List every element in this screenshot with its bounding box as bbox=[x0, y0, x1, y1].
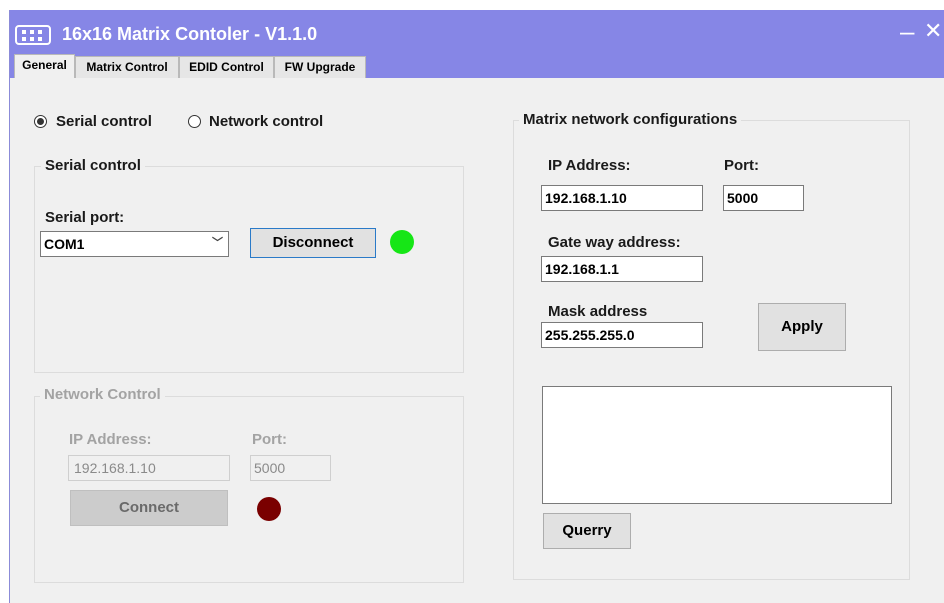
app-window: 16x16 Matrix Contoler - V1.1.0 – ✕ Gener… bbox=[9, 10, 944, 603]
matrix-app-icon bbox=[15, 25, 51, 45]
serial-control-group-title: Serial control bbox=[41, 157, 145, 174]
network-control-group-title: Network Control bbox=[40, 386, 165, 403]
gateway-input[interactable]: 192.168.1.1 bbox=[541, 256, 703, 282]
network-control-radio[interactable] bbox=[188, 115, 201, 128]
mask-input[interactable]: 255.255.255.0 bbox=[541, 322, 703, 348]
tab-general[interactable]: General bbox=[14, 54, 75, 80]
connect-button[interactable]: Connect bbox=[70, 490, 228, 526]
mask-label: Mask address bbox=[548, 303, 648, 320]
matrix-config-group-title: Matrix network configurations bbox=[519, 111, 742, 128]
minimize-button[interactable]: – bbox=[900, 16, 914, 46]
network-ip-input[interactable]: 192.168.1.10 bbox=[68, 455, 230, 481]
matrix-port-label: Port: bbox=[724, 157, 759, 174]
chevron-down-icon: ﹀ bbox=[212, 237, 223, 249]
network-control-radio-label[interactable]: Network control bbox=[209, 113, 323, 130]
window-title: 16x16 Matrix Contoler - V1.1.0 bbox=[62, 24, 318, 44]
network-port-label: Port: bbox=[252, 431, 287, 448]
tab-content-general: Serial control Network control Serial co… bbox=[10, 78, 944, 603]
serial-port-value: COM1 bbox=[44, 236, 85, 252]
serial-control-radio-label[interactable]: Serial control bbox=[56, 113, 152, 130]
apply-button[interactable]: Apply bbox=[758, 303, 846, 351]
serial-port-label: Serial port: bbox=[45, 209, 125, 226]
matrix-port-input[interactable]: 5000 bbox=[723, 185, 804, 211]
serial-control-radio[interactable] bbox=[34, 115, 47, 128]
gateway-label: Gate way address: bbox=[548, 234, 681, 251]
serial-status-led bbox=[390, 230, 414, 254]
network-status-led bbox=[257, 497, 281, 521]
close-button[interactable]: ✕ bbox=[924, 16, 942, 46]
network-ip-label: IP Address: bbox=[69, 431, 152, 448]
matrix-ip-input[interactable]: 192.168.1.10 bbox=[541, 185, 703, 211]
serial-port-select[interactable]: COM1 ﹀ bbox=[40, 231, 229, 257]
query-button[interactable]: Querry bbox=[543, 513, 631, 549]
network-port-input[interactable]: 5000 bbox=[250, 455, 331, 481]
title-bar[interactable]: 16x16 Matrix Contoler - V1.1.0 – ✕ Gener… bbox=[10, 10, 944, 80]
matrix-ip-label: IP Address: bbox=[548, 157, 631, 174]
serial-control-group bbox=[34, 166, 464, 373]
tab-matrix-control[interactable]: Matrix Control bbox=[75, 56, 179, 78]
disconnect-button[interactable]: Disconnect bbox=[250, 228, 376, 258]
tab-fw-upgrade[interactable]: FW Upgrade bbox=[274, 56, 366, 78]
tab-edid-control[interactable]: EDID Control bbox=[179, 56, 274, 78]
query-output-textarea[interactable] bbox=[542, 386, 892, 504]
